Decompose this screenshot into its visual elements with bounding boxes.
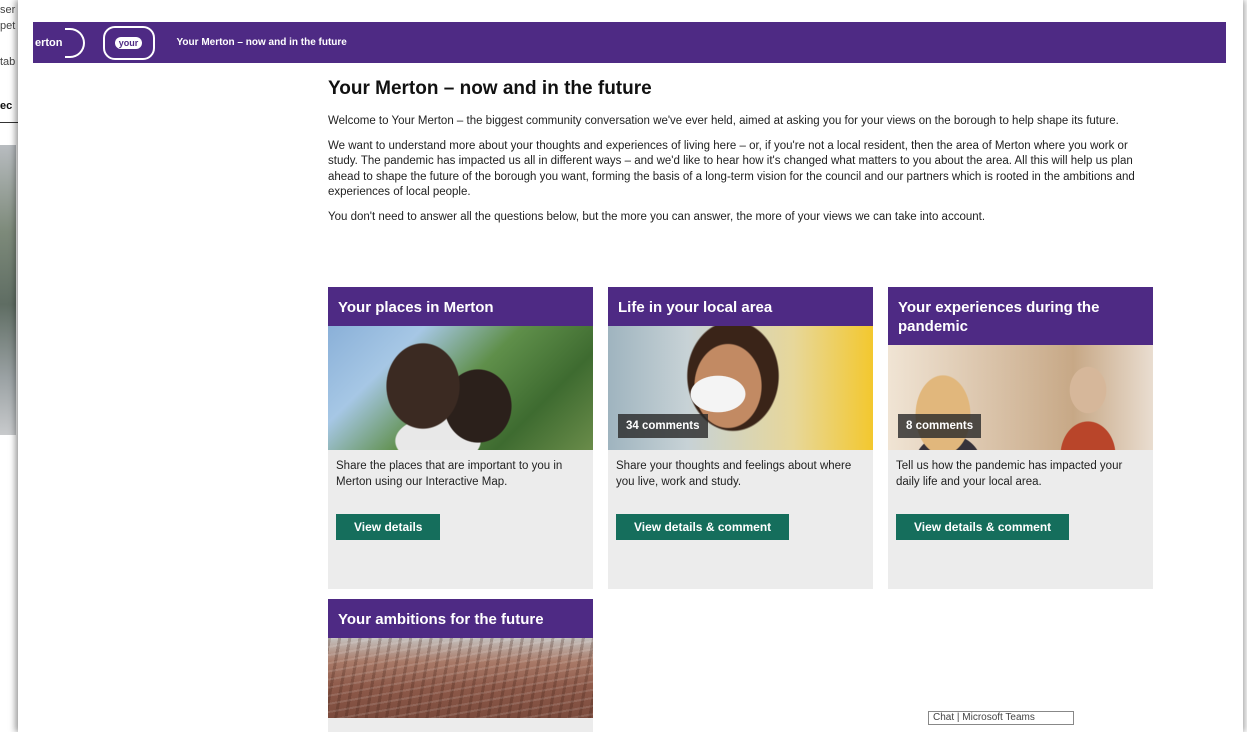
view-details-button[interactable]: View details	[336, 514, 441, 540]
header-title[interactable]: Your Merton – now and in the future	[177, 37, 347, 48]
view-details-comment-button[interactable]: View details & comment	[896, 514, 1070, 540]
card-title[interactable]: Your places in Merton	[328, 287, 593, 326]
fragment-text: pet	[0, 20, 16, 32]
card-pandemic-experiences: Your experiences during the pandemic 8 c…	[888, 287, 1153, 589]
merton-logo[interactable]: erton	[35, 22, 85, 63]
card-image[interactable]	[328, 638, 593, 718]
intro-paragraph: You don't need to answer all the questio…	[328, 210, 986, 223]
card-life-local-area: Life in your local area 34 comments Shar…	[608, 287, 873, 589]
page-title: Your Merton – now and in the future	[328, 78, 652, 99]
comments-count-badge: 8 comments	[898, 414, 982, 438]
card-description: Tell us how the pandemic has impacted yo…	[896, 460, 1123, 488]
card-title[interactable]: Your ambitions for the future	[328, 599, 593, 638]
fragment-image	[0, 145, 16, 435]
card-description: Share the places that are important to y…	[336, 460, 563, 488]
card-your-places: Your places in Merton Share the places t…	[328, 287, 593, 589]
background-page-fragment: ser pet tab ec	[0, 0, 20, 732]
fragment-text: ser	[0, 4, 16, 16]
intro-paragraph: We want to understand more about your th…	[328, 139, 1135, 199]
card-image[interactable]: 34 comments	[608, 326, 873, 450]
comments-count-badge: 34 comments	[618, 414, 708, 438]
fragment-text: tab	[0, 56, 16, 68]
card-title[interactable]: Life in your local area	[608, 287, 873, 326]
intro-paragraph: Welcome to Your Merton – the biggest com…	[328, 115, 1119, 127]
view-details-comment-button[interactable]: View details & comment	[616, 514, 790, 540]
fragment-divider	[0, 122, 18, 123]
card-image[interactable]: 8 comments	[888, 345, 1153, 450]
card-description: Share your thoughts and feelings about w…	[616, 460, 852, 488]
screenshot-window: erton your Your Merton – now and in the …	[18, 0, 1243, 732]
card-future-ambitions: Your ambitions for the future	[328, 599, 593, 732]
site-header: erton your Your Merton – now and in the …	[33, 22, 1226, 63]
merton-arc-icon	[64, 27, 85, 58]
card-image[interactable]	[328, 326, 593, 450]
teams-taskbar-chip[interactable]: Chat | Microsoft Teams	[928, 711, 1074, 725]
merton-logo-text: erton	[35, 36, 63, 49]
card-title[interactable]: Your experiences during the pandemic	[888, 287, 1153, 345]
intro-section: Your Merton – now and in the future Welc…	[328, 78, 1148, 234]
your-merton-logo[interactable]: your	[102, 25, 155, 60]
your-merton-logo-text: your	[114, 36, 143, 49]
fragment-text: ec	[0, 100, 13, 112]
